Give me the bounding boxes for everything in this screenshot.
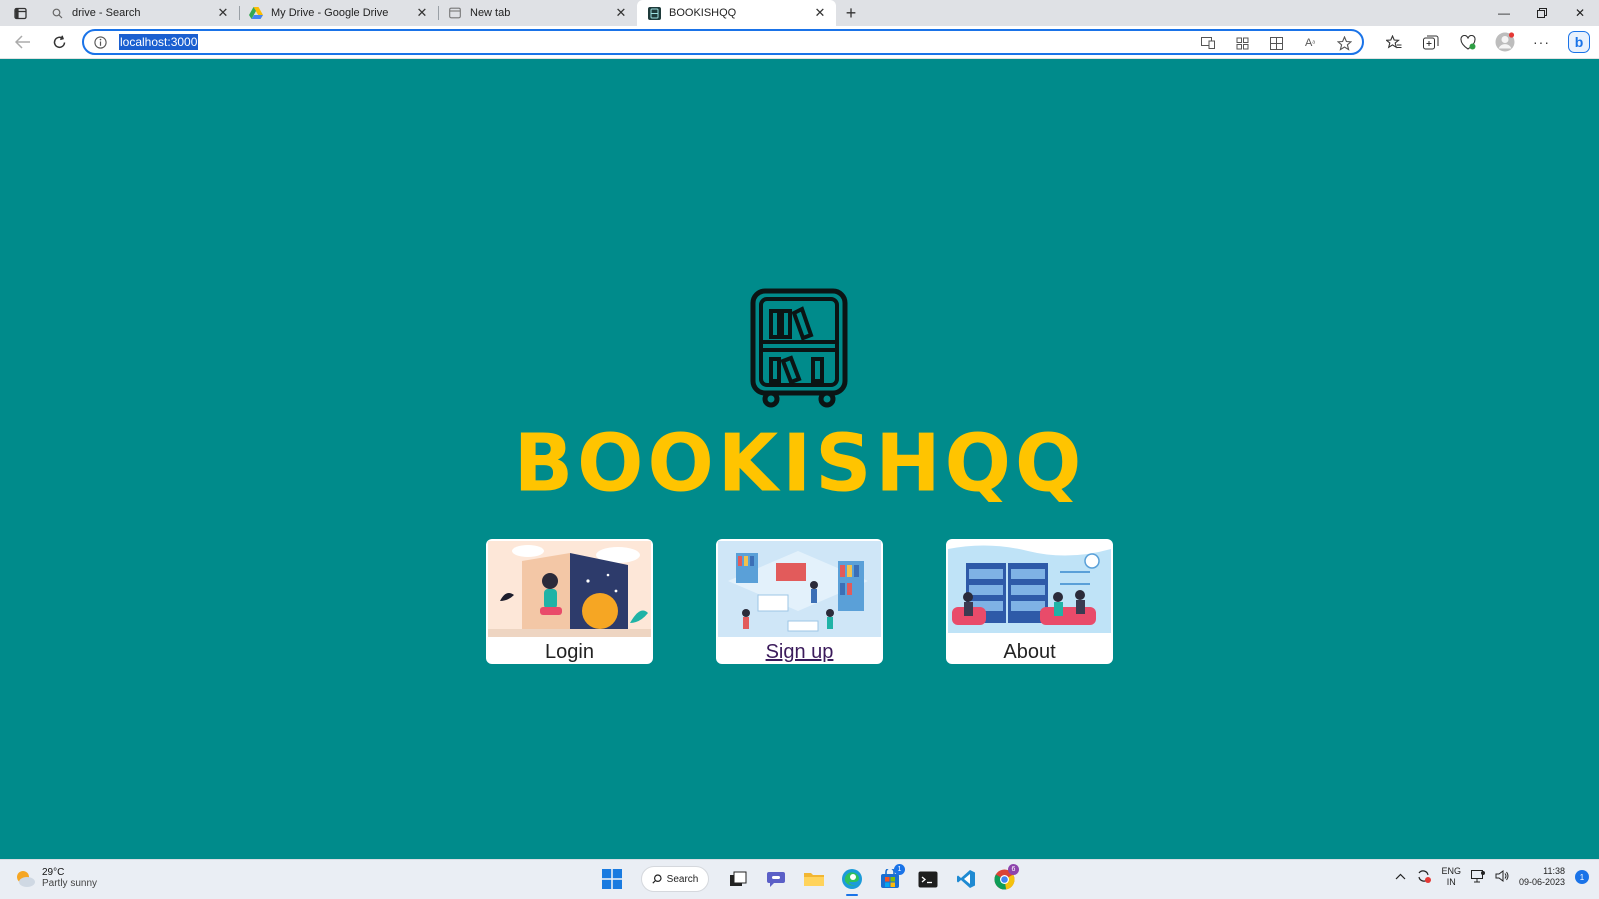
brand-title: BOOKISHQQ xyxy=(513,418,1086,510)
new-tab-page-icon xyxy=(448,6,462,20)
url-text[interactable]: localhost:3000 xyxy=(119,34,199,50)
active-app-indicator xyxy=(846,894,858,896)
browser-toolbar: localhost:3000 Aᵃ ··· b xyxy=(0,26,1599,59)
search-icon xyxy=(50,6,64,20)
start-button[interactable] xyxy=(597,864,627,894)
tab-bookishqq[interactable]: BOOKISHQQ ✕ xyxy=(637,0,836,26)
weather-temperature: 29°C xyxy=(42,867,65,878)
system-tray: ENG IN 11:38 09-06-2023 1 xyxy=(1395,866,1589,888)
task-view-icon xyxy=(730,871,747,886)
edge-browser-button[interactable] xyxy=(837,864,867,896)
browser-tools: ··· b xyxy=(1381,29,1591,55)
split-screen-icon[interactable] xyxy=(1266,33,1286,53)
reading-girl-illustration xyxy=(488,541,651,637)
taskbar-apps: Search 1 6 xyxy=(597,864,1019,896)
bookshelf-icon xyxy=(647,6,661,20)
weather-widget[interactable]: 29°C Partly sunny xyxy=(14,867,97,889)
about-label: About xyxy=(1003,641,1056,663)
extensions-grid-icon[interactable] xyxy=(1232,33,1252,53)
windows-start-icon xyxy=(602,869,622,889)
close-tab-icon[interactable]: ✕ xyxy=(812,5,828,21)
vscode-button[interactable] xyxy=(951,864,981,894)
library-readers-illustration xyxy=(948,541,1111,637)
tab-actions-button[interactable] xyxy=(0,0,40,26)
tab-drive-search[interactable]: drive - Search ✕ xyxy=(40,0,239,26)
tab-new-tab[interactable]: New tab ✕ xyxy=(438,0,637,26)
folder-icon xyxy=(804,873,824,886)
signup-label: Sign up xyxy=(765,641,834,663)
clock-date: 09-06-2023 xyxy=(1518,877,1565,887)
new-tab-button[interactable]: + xyxy=(836,0,866,26)
read-aloud-icon[interactable]: Aᵃ xyxy=(1300,33,1320,53)
search-icon xyxy=(652,874,662,884)
chat-icon xyxy=(767,872,785,887)
volume-icon[interactable] xyxy=(1495,870,1509,884)
address-bar-icons: Aᵃ xyxy=(1198,33,1354,53)
login-label: Login xyxy=(545,641,594,663)
microsoft-store-button[interactable]: 1 xyxy=(875,864,905,894)
close-window-button[interactable]: ✕ xyxy=(1561,0,1599,26)
window-controls: — ✕ xyxy=(1485,0,1599,26)
bing-copilot-icon[interactable]: b xyxy=(1566,29,1591,55)
taskbar-search-label: Search xyxy=(666,873,699,885)
tab-title: drive - Search xyxy=(72,7,141,19)
network-icon[interactable] xyxy=(1470,869,1485,885)
signup-card[interactable]: Sign up xyxy=(716,539,883,664)
task-view-button[interactable] xyxy=(723,864,753,894)
about-card[interactable]: About xyxy=(946,539,1113,664)
minimize-button[interactable]: — xyxy=(1485,0,1523,26)
sync-status-icon[interactable] xyxy=(1416,869,1432,885)
tab-actions-icon xyxy=(13,7,27,19)
file-explorer-button[interactable] xyxy=(799,864,829,894)
restore-button[interactable] xyxy=(1523,0,1561,26)
vscode-icon xyxy=(957,870,975,888)
address-bar[interactable]: localhost:3000 Aᵃ xyxy=(82,29,1364,55)
close-tab-icon[interactable]: ✕ xyxy=(215,5,231,21)
bookshelf-logo-icon xyxy=(749,287,849,411)
partly-sunny-icon xyxy=(17,871,35,887)
back-arrow-icon xyxy=(15,35,30,49)
taskbar-search[interactable]: Search xyxy=(641,866,709,892)
keyboard-region: IN xyxy=(1446,877,1456,887)
taskbar: 29°C Partly sunny Search 1 6 ENG IN 11:3… xyxy=(0,859,1599,899)
notification-badge[interactable]: 1 xyxy=(1575,870,1589,884)
back-button[interactable] xyxy=(8,27,38,57)
favorites-icon[interactable] xyxy=(1381,29,1406,55)
tab-google-drive[interactable]: My Drive - Google Drive ✕ xyxy=(239,0,438,26)
profile-avatar[interactable] xyxy=(1492,29,1517,55)
more-options-icon[interactable]: ··· xyxy=(1529,29,1554,55)
clock-time: 11:38 xyxy=(1543,866,1565,876)
browser-essentials-icon[interactable] xyxy=(1455,29,1480,55)
library-isometric-illustration xyxy=(718,541,881,637)
edge-icon xyxy=(842,869,862,889)
show-hidden-icons-chevron-icon[interactable] xyxy=(1395,872,1406,882)
tab-title: New tab xyxy=(470,7,511,19)
chrome-button[interactable]: 6 xyxy=(989,864,1019,894)
tab-title: My Drive - Google Drive xyxy=(271,7,389,19)
collections-icon[interactable] xyxy=(1418,29,1443,55)
terminal-icon xyxy=(918,871,938,887)
clock[interactable]: 11:38 09-06-2023 xyxy=(1519,866,1565,888)
terminal-button[interactable] xyxy=(913,864,943,894)
svg-text:b: b xyxy=(1574,34,1583,50)
login-card[interactable]: Login xyxy=(486,539,653,664)
google-drive-icon xyxy=(249,6,263,20)
favorite-star-icon[interactable] xyxy=(1334,33,1354,53)
app-available-icon[interactable] xyxy=(1198,33,1218,53)
close-tab-icon[interactable]: ✕ xyxy=(613,5,629,21)
store-badge: 1 xyxy=(894,864,905,875)
refresh-button[interactable] xyxy=(44,27,74,57)
language-indicator[interactable]: ENG IN xyxy=(1441,866,1461,888)
refresh-icon xyxy=(53,35,65,48)
teams-chat-button[interactable] xyxy=(761,864,791,894)
tab-strip: drive - Search ✕ My Drive - Google Drive… xyxy=(0,0,1599,26)
weather-condition: Partly sunny xyxy=(42,878,98,889)
tab-title: BOOKISHQQ xyxy=(669,7,737,19)
chrome-badge: 6 xyxy=(1008,864,1019,875)
language-code: ENG xyxy=(1441,866,1461,876)
close-tab-icon[interactable]: ✕ xyxy=(414,5,430,21)
site-info-icon[interactable] xyxy=(94,35,107,49)
